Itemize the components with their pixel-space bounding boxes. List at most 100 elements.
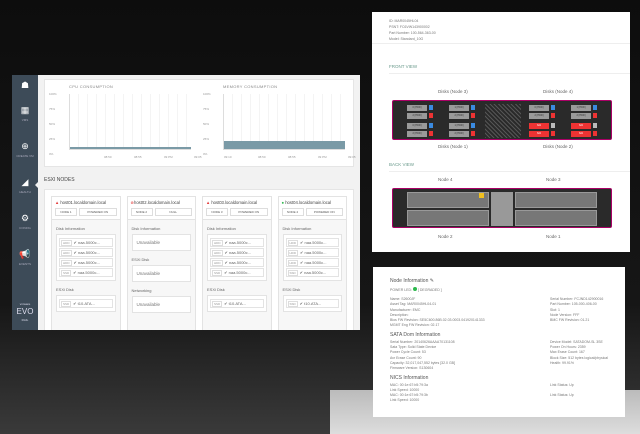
disk-bay[interactable]: 2 [HDD] <box>529 113 549 119</box>
y-tick-label: 75% <box>49 107 55 111</box>
disk-item[interactable]: SSD✔ naa.5000c... <box>59 268 113 277</box>
appliance-model: Model: Standard_10G <box>389 36 613 42</box>
node3-label[interactable]: Node 3 <box>546 177 561 182</box>
sata-info-grid: Serial Number: 20140626AAAA70131108Devic… <box>390 340 608 372</box>
disk-bay[interactable]: 2 [HDD] <box>407 113 427 119</box>
disk-bay[interactable]: 0 [HDD] <box>407 105 427 111</box>
sidebar: ☗ ▦VMS⊕CREATE VM◢HEALTH⚙CONFIG📢EVENTS vm… <box>12 75 38 330</box>
disk-bay[interactable]: N/A <box>529 123 549 129</box>
disk-led <box>551 105 555 110</box>
y-tick-label: 25% <box>49 137 55 141</box>
disk-bay[interactable]: 0 [HDD] <box>407 123 427 129</box>
disks-node4-label[interactable]: Disks (Node 4) <box>543 89 573 94</box>
sata-dom-title: SATA Dom Information <box>390 332 608 338</box>
disk-bay[interactable]: N/A <box>571 123 591 129</box>
disk-led <box>551 123 555 128</box>
disk-bay[interactable]: N/A <box>529 131 549 137</box>
disk-led <box>593 131 597 136</box>
disk-item[interactable]: HDD✔ naa.5000c... <box>210 258 264 267</box>
disk-item[interactable]: SSD✔ naa.5000c... <box>286 268 340 277</box>
x-tick-label: 09:05 <box>348 155 356 159</box>
disk-led <box>429 131 433 136</box>
disk-item[interactable]: SSD✔ naa.5000c... <box>210 268 264 277</box>
disk-item[interactable]: HDD✔ naa.5000c... <box>286 258 340 267</box>
host-name: host04.localdomain.local <box>285 200 331 205</box>
disk-id: naa.5000c... <box>229 240 251 245</box>
disk-bay[interactable]: 2 [HDD] <box>449 113 469 119</box>
y-tick-label: 50% <box>203 122 209 126</box>
power-led-label: POWER LED: <box>390 288 412 292</box>
disk-bay[interactable]: 2 [HDD] <box>407 131 427 137</box>
disk-led <box>429 105 433 110</box>
node2-label[interactable]: Node 2 <box>438 234 453 239</box>
node-host[interactable]: ⊗host02.localdomain.local <box>131 200 193 205</box>
disk-led <box>593 105 597 110</box>
disk-id: naa.5000c... <box>304 270 326 275</box>
disk-type: HDD <box>212 250 223 256</box>
disk-bay[interactable]: 2 [HDD] <box>449 131 469 137</box>
node-tags: NODE 2NULL <box>131 208 193 216</box>
esxi-disk-item[interactable]: SSD✔ t10.ATA... <box>286 299 340 308</box>
node-sled[interactable] <box>515 192 597 208</box>
node-information-screen: Node Information ✎ POWER LED: [ DEGRADED… <box>373 267 625 417</box>
disk-id: naa.5000c... <box>304 250 326 255</box>
disk-bay[interactable]: 1 [HDD] <box>449 123 469 129</box>
info-row: MGMT Eng FW Revision: 02.17 <box>390 323 608 328</box>
cpu-plot <box>69 94 191 150</box>
megaphone-icon: 📢 <box>19 249 30 260</box>
node-host[interactable]: ▲ host01.localdomain.local <box>55 200 117 205</box>
disk-id: naa.5000c... <box>229 270 251 275</box>
node-sled[interactable] <box>515 210 597 226</box>
esxi-disk-box: SSD✔ t10.ATA... <box>56 295 116 312</box>
sidebar-item-vms[interactable]: ▦VMS <box>12 95 38 131</box>
esxi-disk-item[interactable]: SSD✔ t10.ATA... <box>59 299 113 308</box>
info-left: Link Speed: 10000 <box>390 398 419 403</box>
sidebar-item-config[interactable]: ⚙CONFIG <box>12 203 38 239</box>
esxi-nodes-title: ESXI NODES <box>44 177 354 183</box>
node-header: ▲ host03.localdomain.localNODE 3POWERED … <box>203 197 271 220</box>
sidebar-item-events[interactable]: 📢EVENTS <box>12 239 38 275</box>
disk-led <box>471 113 475 118</box>
front-view-title: FRONT VIEW <box>389 64 630 74</box>
node-host[interactable]: ▲ host03.localdomain.local <box>206 200 268 205</box>
disk-led <box>429 113 433 118</box>
node-sled[interactable] <box>407 192 489 208</box>
warning-icon <box>479 193 484 198</box>
node-number: NODE 3 <box>206 208 228 216</box>
node-host[interactable]: ● host04.localdomain.local <box>282 200 344 205</box>
node-sled[interactable] <box>407 210 489 226</box>
disk-item[interactable]: HDD✔ naa.5000c... <box>286 248 340 257</box>
node1-label[interactable]: Node 1 <box>546 234 561 239</box>
disks-node3-label[interactable]: Disks (Node 3) <box>438 89 468 94</box>
wrench-icon[interactable]: ✎ <box>430 278 434 284</box>
disk-item[interactable]: HDD✔ naa.5000c... <box>210 238 264 247</box>
disk-type: HDD <box>288 240 299 246</box>
disk-item[interactable]: HDD✔ naa.5000c... <box>59 258 113 267</box>
disk-item[interactable]: HDD✔ naa.5000c... <box>210 248 264 257</box>
disk-item[interactable]: HDD✔ naa.5000c... <box>59 248 113 257</box>
disk-led <box>471 123 475 128</box>
disk-bay[interactable]: 1 [HDD] <box>449 105 469 111</box>
esxi-node-card: ▲ host03.localdomain.localNODE 3POWERED … <box>202 196 272 330</box>
disk-type: SSD <box>212 270 222 276</box>
node4-label[interactable]: Node 4 <box>438 177 453 182</box>
disk-item[interactable]: HDD✔ naa.5000c... <box>59 238 113 247</box>
disk-item[interactable]: HDD✔ naa.5000c... <box>286 238 340 247</box>
disk-type: SSD <box>61 270 71 276</box>
power-led-indicator <box>413 287 417 291</box>
disk-info-label: Disk Information <box>283 226 343 231</box>
esxi-disk-item[interactable]: SSD✔ t10.ATA... <box>210 299 264 308</box>
disk-bay[interactable]: 0 [HDD] <box>529 105 549 111</box>
disk-type: SSD <box>61 301 71 307</box>
disk-bay[interactable]: 2 [HDD] <box>571 113 591 119</box>
disk-bay[interactable]: N/A <box>571 131 591 137</box>
disk-bay[interactable]: 1 [HDD] <box>571 105 591 111</box>
power-supplies <box>491 192 513 226</box>
y-tick-label: 100% <box>203 92 211 96</box>
disks-node1-label[interactable]: Disks (Node 1) <box>438 144 468 149</box>
sidebar-item-label: VMS <box>22 118 29 122</box>
sidebar-item-health[interactable]: ◢HEALTH <box>12 167 38 203</box>
disk-id: t10.ATA... <box>304 301 321 306</box>
disks-node2-label[interactable]: Disks (Node 2) <box>543 144 573 149</box>
sidebar-item-create-vm[interactable]: ⊕CREATE VM <box>12 131 38 167</box>
